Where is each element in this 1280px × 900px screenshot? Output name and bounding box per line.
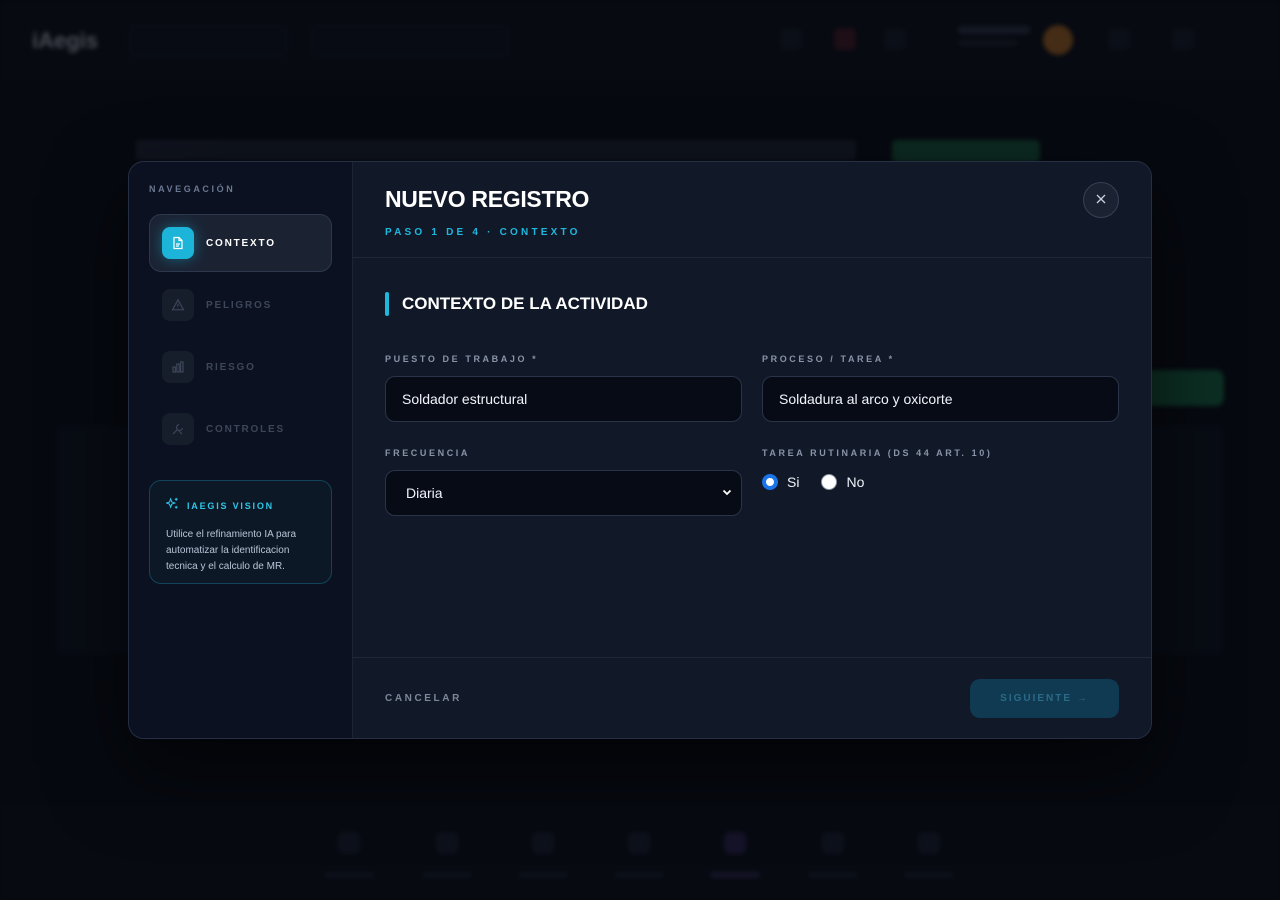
frecuencia-label: FRECUENCIA — [385, 448, 471, 458]
frecuencia-value: Diaria — [406, 485, 443, 501]
document-icon — [162, 227, 194, 259]
tools-icon — [162, 413, 194, 445]
radio-si-label[interactable]: Si — [787, 474, 799, 490]
vision-header: IAEGIS VISION — [164, 497, 315, 515]
nav-item-riesgo[interactable]: RIESGO — [149, 338, 332, 396]
modal-header: NUEVO REGISTRO PASO 1 DE 4 · CONTEXTO — [353, 162, 1151, 258]
frecuencia-select[interactable]: Diaria — [385, 470, 742, 516]
rutinaria-label: TAREA RUTINARIA (DS 44 ART. 10) — [762, 448, 993, 458]
modal-footer: CANCELAR SIGUIENTE → — [353, 657, 1151, 738]
proceso-label: PROCESO / TAREA * — [762, 354, 895, 364]
radio-button-checked[interactable] — [762, 474, 778, 490]
field-proceso: PROCESO / TAREA * Soldadura al arco y ox… — [762, 354, 1119, 422]
field-rutinaria: TAREA RUTINARIA (DS 44 ART. 10) Si No — [762, 448, 1119, 516]
vision-text: Utilice el refinamiento IA para automati… — [166, 529, 297, 572]
radio-si[interactable]: Si — [762, 474, 799, 490]
nav-item-label: RIESGO — [206, 361, 256, 373]
modal-title: NUEVO REGISTRO — [385, 186, 590, 212]
radio-no-label[interactable]: No — [846, 474, 864, 490]
step-indicator: PASO 1 DE 4 · CONTEXTO — [385, 227, 581, 238]
modal-main: NUEVO REGISTRO PASO 1 DE 4 · CONTEXTO CO… — [353, 162, 1151, 738]
proceso-input[interactable]: Soldadura al arco y oxicorte — [762, 376, 1119, 422]
puesto-input[interactable]: Soldador estructural — [385, 376, 742, 422]
nav-item-label: PELIGROS — [206, 299, 273, 311]
iaegis-vision-card: IAEGIS VISION Utilice el refinamiento IA… — [149, 480, 332, 584]
vision-title: IAEGIS VISION — [187, 501, 274, 511]
nav-heading: NAVEGACIÓN — [149, 184, 236, 194]
section-header: CONTEXTO DE LA ACTIVIDAD — [385, 292, 1119, 316]
radio-button[interactable] — [821, 474, 838, 490]
nav-item-controles[interactable]: CONTROLES — [149, 400, 332, 458]
nav-item-label: CONTEXTO — [206, 237, 276, 249]
radio-no[interactable]: No — [821, 474, 864, 490]
chevron-down-icon — [721, 485, 733, 501]
close-button[interactable] — [1083, 182, 1119, 218]
puesto-label: PUESTO DE TRABAJO * — [385, 354, 539, 364]
form-grid: PUESTO DE TRABAJO * Soldador estructural… — [385, 354, 1119, 516]
rutinaria-radio-group: Si No — [762, 470, 1119, 494]
sparkles-icon — [164, 497, 179, 515]
warning-icon — [162, 289, 194, 321]
field-puesto: PUESTO DE TRABAJO * Soldador estructural — [385, 354, 742, 422]
next-button[interactable]: SIGUIENTE → — [970, 678, 1119, 718]
close-icon — [1096, 191, 1106, 209]
nav-item-peligros[interactable]: PELIGROS — [149, 276, 332, 334]
nav-item-label: CONTROLES — [206, 423, 285, 435]
modal-body: CONTEXTO DE LA ACTIVIDAD PUESTO DE TRABA… — [353, 258, 1151, 550]
nav-item-contexto[interactable]: CONTEXTO — [149, 214, 332, 272]
new-record-modal: NAVEGACIÓN CONTEXTO PELIGROS RIESGO CONT… — [128, 161, 1152, 739]
cancel-button[interactable]: CANCELAR — [385, 693, 462, 704]
section-title: CONTEXTO DE LA ACTIVIDAD — [402, 294, 648, 313]
bar-chart-icon — [162, 351, 194, 383]
field-frecuencia: FRECUENCIA Diaria — [385, 448, 742, 516]
nav-list: CONTEXTO PELIGROS RIESGO CONTROLES — [149, 214, 332, 458]
section-accent-bar — [385, 292, 389, 316]
modal-sidebar: NAVEGACIÓN CONTEXTO PELIGROS RIESGO CONT… — [129, 162, 353, 738]
